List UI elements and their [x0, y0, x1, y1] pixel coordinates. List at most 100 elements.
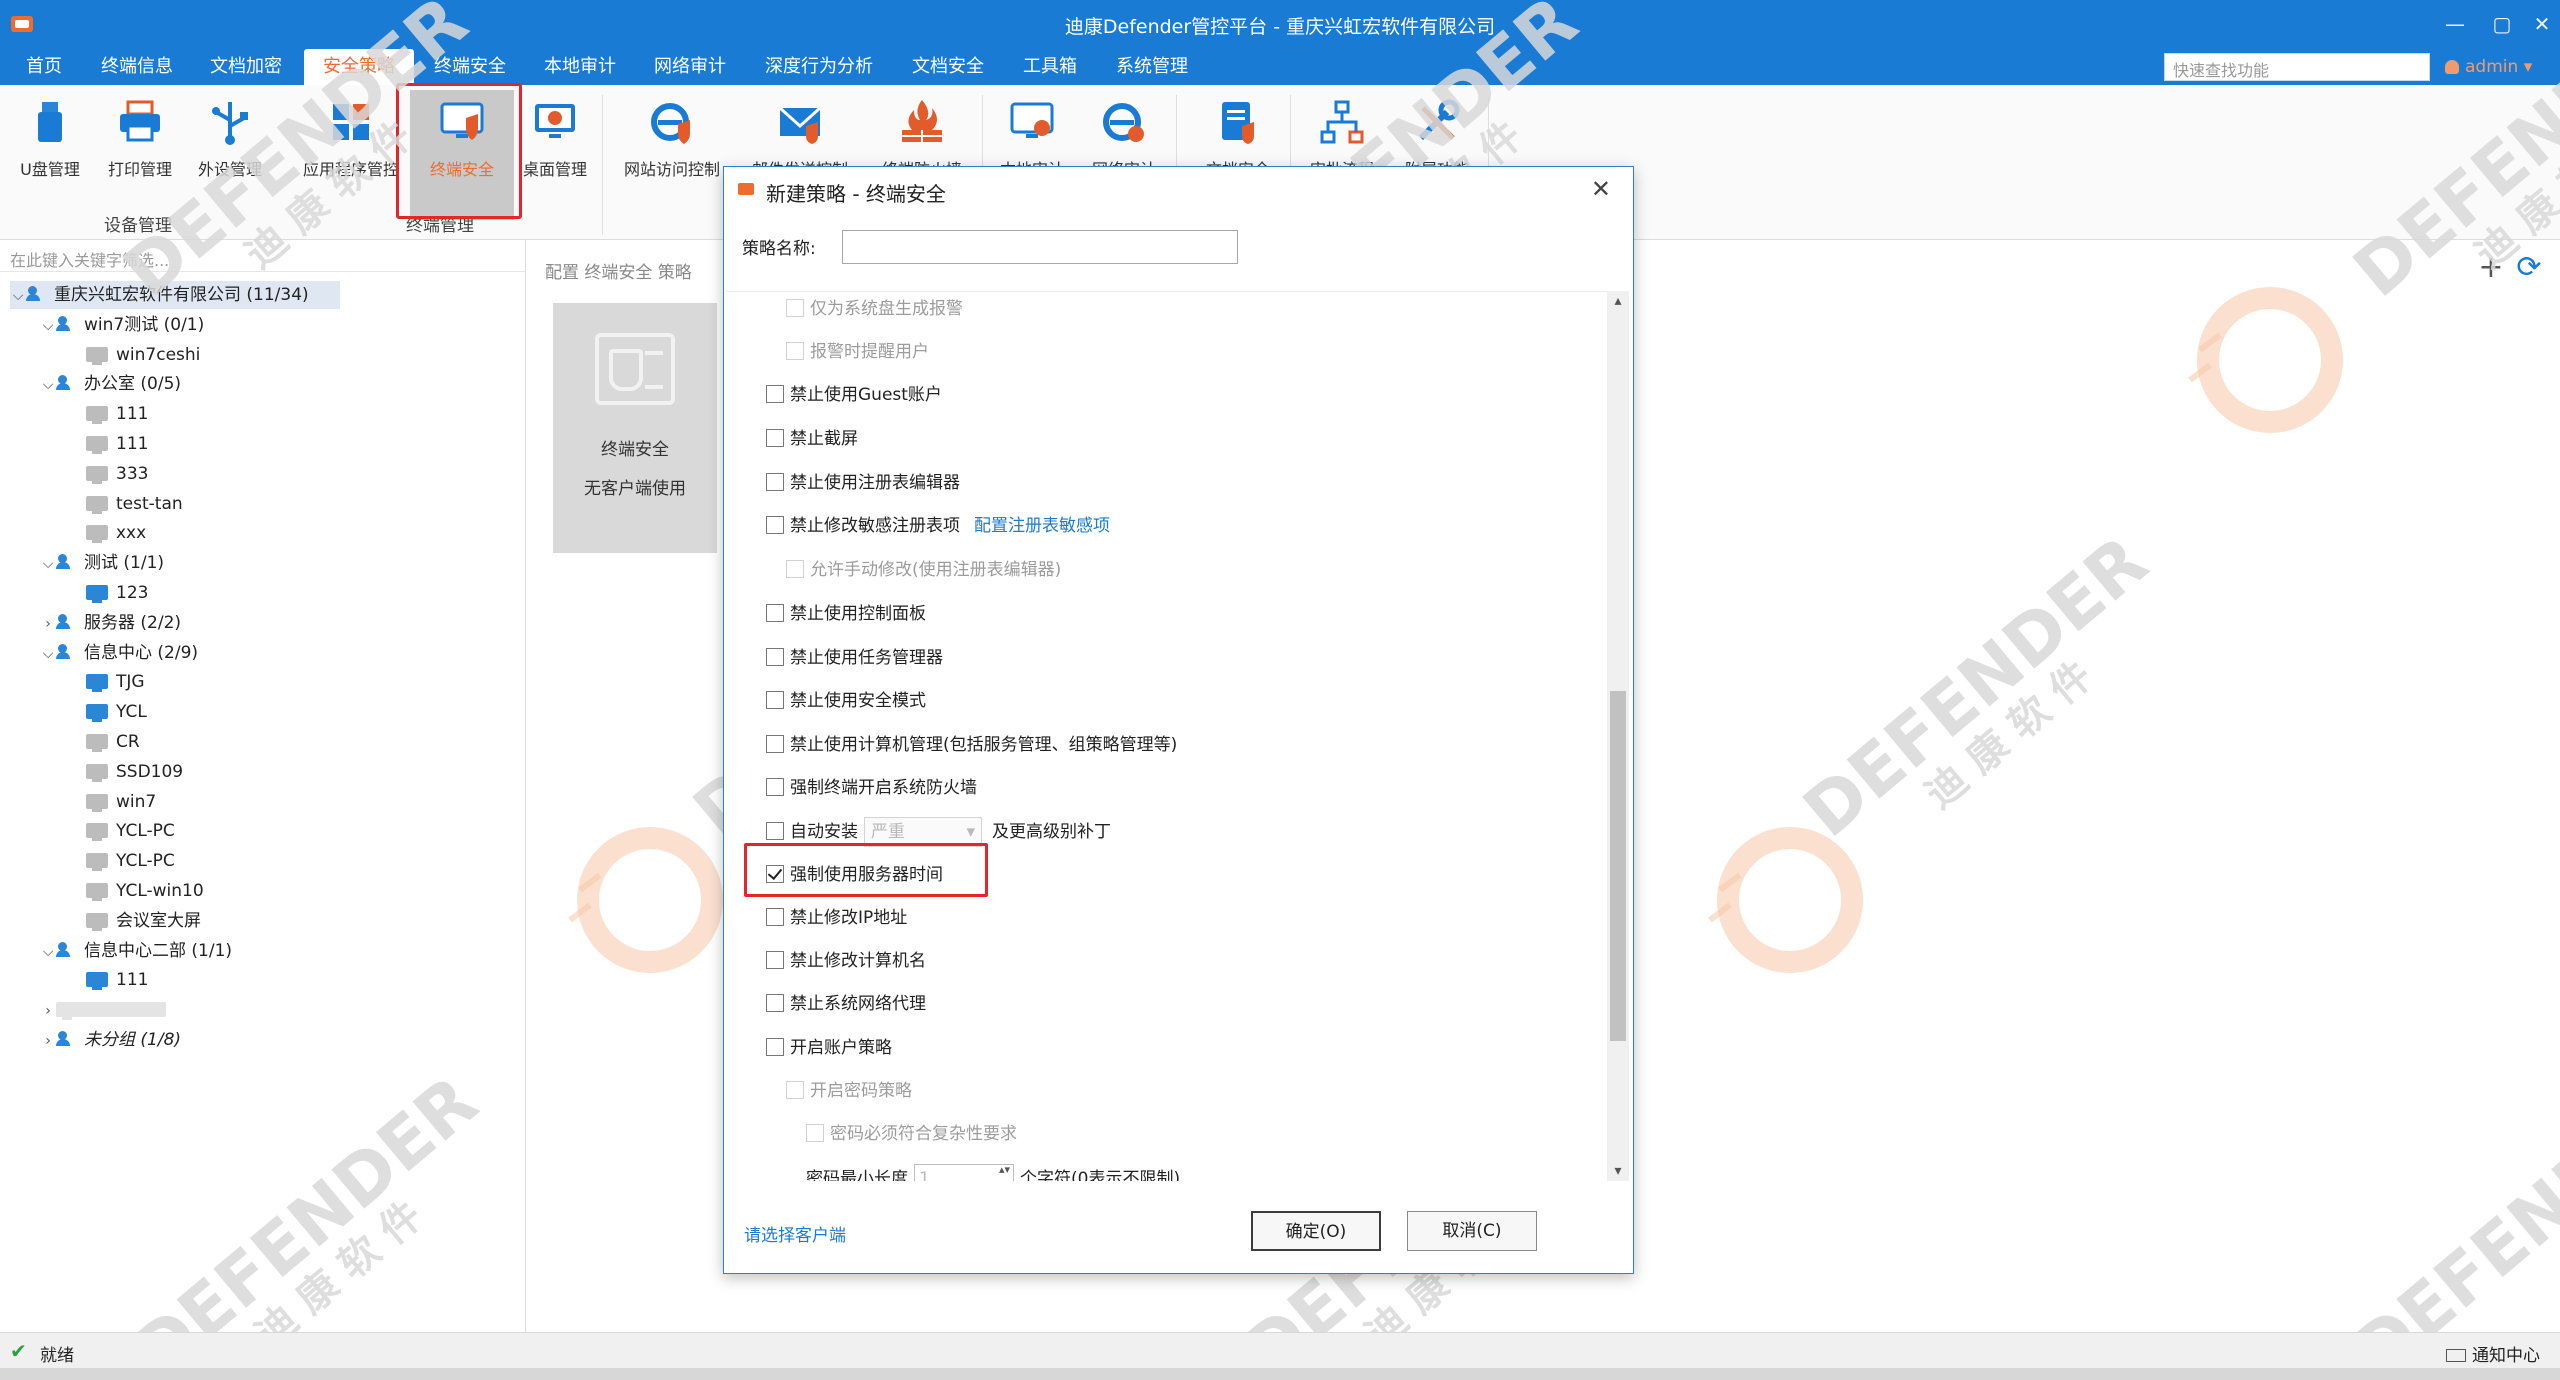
checkbox[interactable] [766, 604, 784, 622]
tree-computer-node[interactable]: 111 [70, 966, 148, 994]
expand-toggle-icon[interactable]: ⌵ [40, 312, 56, 340]
policy-option[interactable]: 禁止使用控制面板 [766, 602, 926, 626]
checkbox[interactable] [766, 1038, 784, 1056]
checkbox[interactable] [766, 735, 784, 753]
scroll-thumb[interactable] [1610, 691, 1626, 1041]
tool-app-control[interactable]: 应用程序管控 [292, 90, 410, 220]
menu-home[interactable]: 首页 [14, 49, 74, 85]
tree-computer-node[interactable]: YCL-win10 [70, 877, 204, 905]
policy-option[interactable]: 密码最小长度 1 个字符(0表示不限制) [806, 1162, 1180, 1181]
menu-system-management[interactable]: 系统管理 [1104, 49, 1200, 85]
tree-computer-node[interactable]: 333 [70, 460, 148, 488]
checkbox[interactable] [766, 908, 784, 926]
policy-option[interactable]: 禁止使用注册表编辑器 [766, 471, 960, 495]
tree-computer-node[interactable]: › [40, 996, 174, 1024]
minimize-button[interactable]: — [2440, 10, 2470, 38]
policy-option[interactable]: 禁止修改敏感注册表项 配置注册表敏感项 [766, 514, 1110, 538]
policy-option[interactable]: 禁止系统网络代理 [766, 992, 926, 1016]
select-client-link[interactable]: 请选择客户端 [744, 1221, 846, 1246]
checkbox[interactable] [766, 516, 784, 534]
tree-computer-node[interactable]: YCL [70, 698, 147, 726]
expand-toggle-icon[interactable]: ⌵ [10, 282, 26, 310]
scroll-down-icon[interactable]: ▾ [1607, 1163, 1629, 1179]
expand-toggle-icon[interactable]: › [40, 1027, 56, 1055]
tree-group-node[interactable]: ⌵ win7测试 (0/1) [40, 311, 205, 340]
checkbox[interactable] [766, 951, 784, 969]
expand-toggle-icon[interactable]: ⌵ [40, 938, 56, 966]
tree-computer-node[interactable]: 111 [70, 400, 148, 428]
checkbox[interactable] [766, 822, 784, 840]
options-scrollbar[interactable]: ▴ ▾ [1607, 291, 1629, 1181]
checkbox[interactable] [766, 778, 784, 796]
ok-button[interactable]: 确定(O) [1251, 1211, 1381, 1251]
tree-computer-node[interactable]: 123 [70, 579, 148, 607]
configure-registry-link[interactable]: 配置注册表敏感项 [974, 516, 1110, 536]
tree-computer-node[interactable]: CR [70, 728, 140, 756]
cancel-button[interactable]: 取消(C) [1407, 1211, 1537, 1251]
tree-computer-node[interactable]: 会议室大屏 [70, 907, 201, 935]
tool-print-management[interactable]: 打印管理 [98, 90, 182, 220]
expand-toggle-icon[interactable]: › [40, 610, 56, 638]
checkbox[interactable] [766, 648, 784, 666]
menu-toolbox[interactable]: 工具箱 [1012, 49, 1088, 85]
tree-computer-node[interactable]: win7 [70, 788, 156, 816]
menu-document-security[interactable]: 文档安全 [902, 49, 994, 85]
tree-group-node[interactable]: ⌵ 办公室 (0/5) [40, 370, 181, 398]
policy-option[interactable]: 禁止使用任务管理器 [766, 646, 943, 670]
quick-search-input[interactable]: 快速查找功能 [2164, 53, 2430, 81]
policy-name-input[interactable] [842, 230, 1238, 264]
tree-group-node[interactable]: › 服务器 (2/2) [40, 609, 181, 637]
menu-document-encryption[interactable]: 文档加密 [200, 49, 292, 85]
tree-group-node[interactable]: ⌵ 信息中心 (2/9) [40, 639, 198, 667]
policy-option[interactable]: 强制终端开启系统防火墙 [766, 776, 977, 800]
maximize-button[interactable]: ▢ [2487, 10, 2517, 38]
close-window-button[interactable]: ✕ [2527, 10, 2557, 38]
policy-option[interactable]: 自动安装严重及更高级别补丁 [766, 817, 1111, 847]
menu-terminal-info[interactable]: 终端信息 [92, 49, 182, 85]
tree-group-node[interactable]: ⌵ 测试 (1/1) [40, 549, 164, 577]
tree-group-node[interactable]: ⌵ 重庆兴虹宏软件有限公司 (11/34) [10, 281, 340, 309]
policy-option[interactable]: 禁止使用Guest账户 [766, 383, 942, 407]
menu-behavior-analysis[interactable]: 深度行为分析 [754, 49, 884, 85]
menu-security-policy[interactable]: 安全策略 [304, 49, 414, 85]
tree-computer-node[interactable]: TJG [70, 668, 145, 696]
expand-toggle-icon[interactable]: ⌵ [40, 640, 56, 668]
refresh-icon[interactable]: ⟳ [2516, 253, 2542, 283]
tree-group-node[interactable]: ⌵ 信息中心二部 (1/1) [40, 937, 232, 965]
policy-option[interactable]: 禁止使用计算机管理(包括服务管理、组策略管理等) [766, 733, 1177, 757]
tree-computer-node[interactable]: win7ceshi [70, 341, 200, 369]
tree-computer-node[interactable]: test-tan [70, 490, 183, 518]
tool-usb-management[interactable]: U盘管理 [10, 90, 90, 220]
expand-toggle-icon[interactable]: ⌵ [40, 550, 56, 578]
expand-toggle-icon[interactable]: › [40, 997, 56, 1025]
checkbox[interactable] [766, 473, 784, 491]
policy-option[interactable]: 禁止修改计算机名 [766, 949, 926, 973]
checkbox[interactable] [766, 385, 784, 403]
tree-filter-input[interactable]: 在此键入关键字筛选... [0, 242, 526, 272]
tool-web-access-control[interactable]: 网站访问控制 [616, 90, 728, 220]
policy-option[interactable]: 禁止截屏 [766, 427, 858, 451]
tool-peripheral-management[interactable]: 外设管理 [188, 90, 272, 220]
checkbox[interactable] [766, 429, 784, 447]
add-icon[interactable]: + [2478, 253, 2504, 283]
password-length-stepper[interactable]: 1 [914, 1162, 1014, 1181]
notification-center[interactable]: 通知中心 [2446, 1341, 2540, 1366]
policy-card-terminal-security[interactable]: 终端安全 无客户端使用 [553, 303, 717, 553]
tool-desktop-management[interactable]: 桌面管理 [520, 90, 590, 220]
scroll-up-icon[interactable]: ▴ [1607, 293, 1629, 309]
policy-option[interactable]: 开启账户策略 [766, 1036, 892, 1060]
checkbox[interactable] [766, 691, 784, 709]
user-menu[interactable]: admin ▾ [2445, 49, 2532, 85]
tree-computer-node[interactable]: xxx [70, 519, 146, 547]
menu-network-audit[interactable]: 网络审计 [644, 49, 736, 85]
policy-option[interactable]: 禁止使用安全模式 [766, 689, 926, 713]
menu-terminal-security[interactable]: 终端安全 [424, 49, 516, 85]
tree-computer-node[interactable]: YCL-PC [70, 847, 175, 875]
tree-computer-node[interactable]: YCL-PC [70, 817, 175, 845]
tree-computer-node[interactable]: SSD109 [70, 758, 183, 786]
expand-toggle-icon[interactable]: ⌵ [40, 371, 56, 399]
policy-option[interactable]: 禁止修改IP地址 [766, 906, 907, 930]
menu-local-audit[interactable]: 本地审计 [534, 49, 626, 85]
tree-computer-node[interactable]: 111 [70, 430, 148, 458]
checkbox[interactable] [766, 994, 784, 1012]
